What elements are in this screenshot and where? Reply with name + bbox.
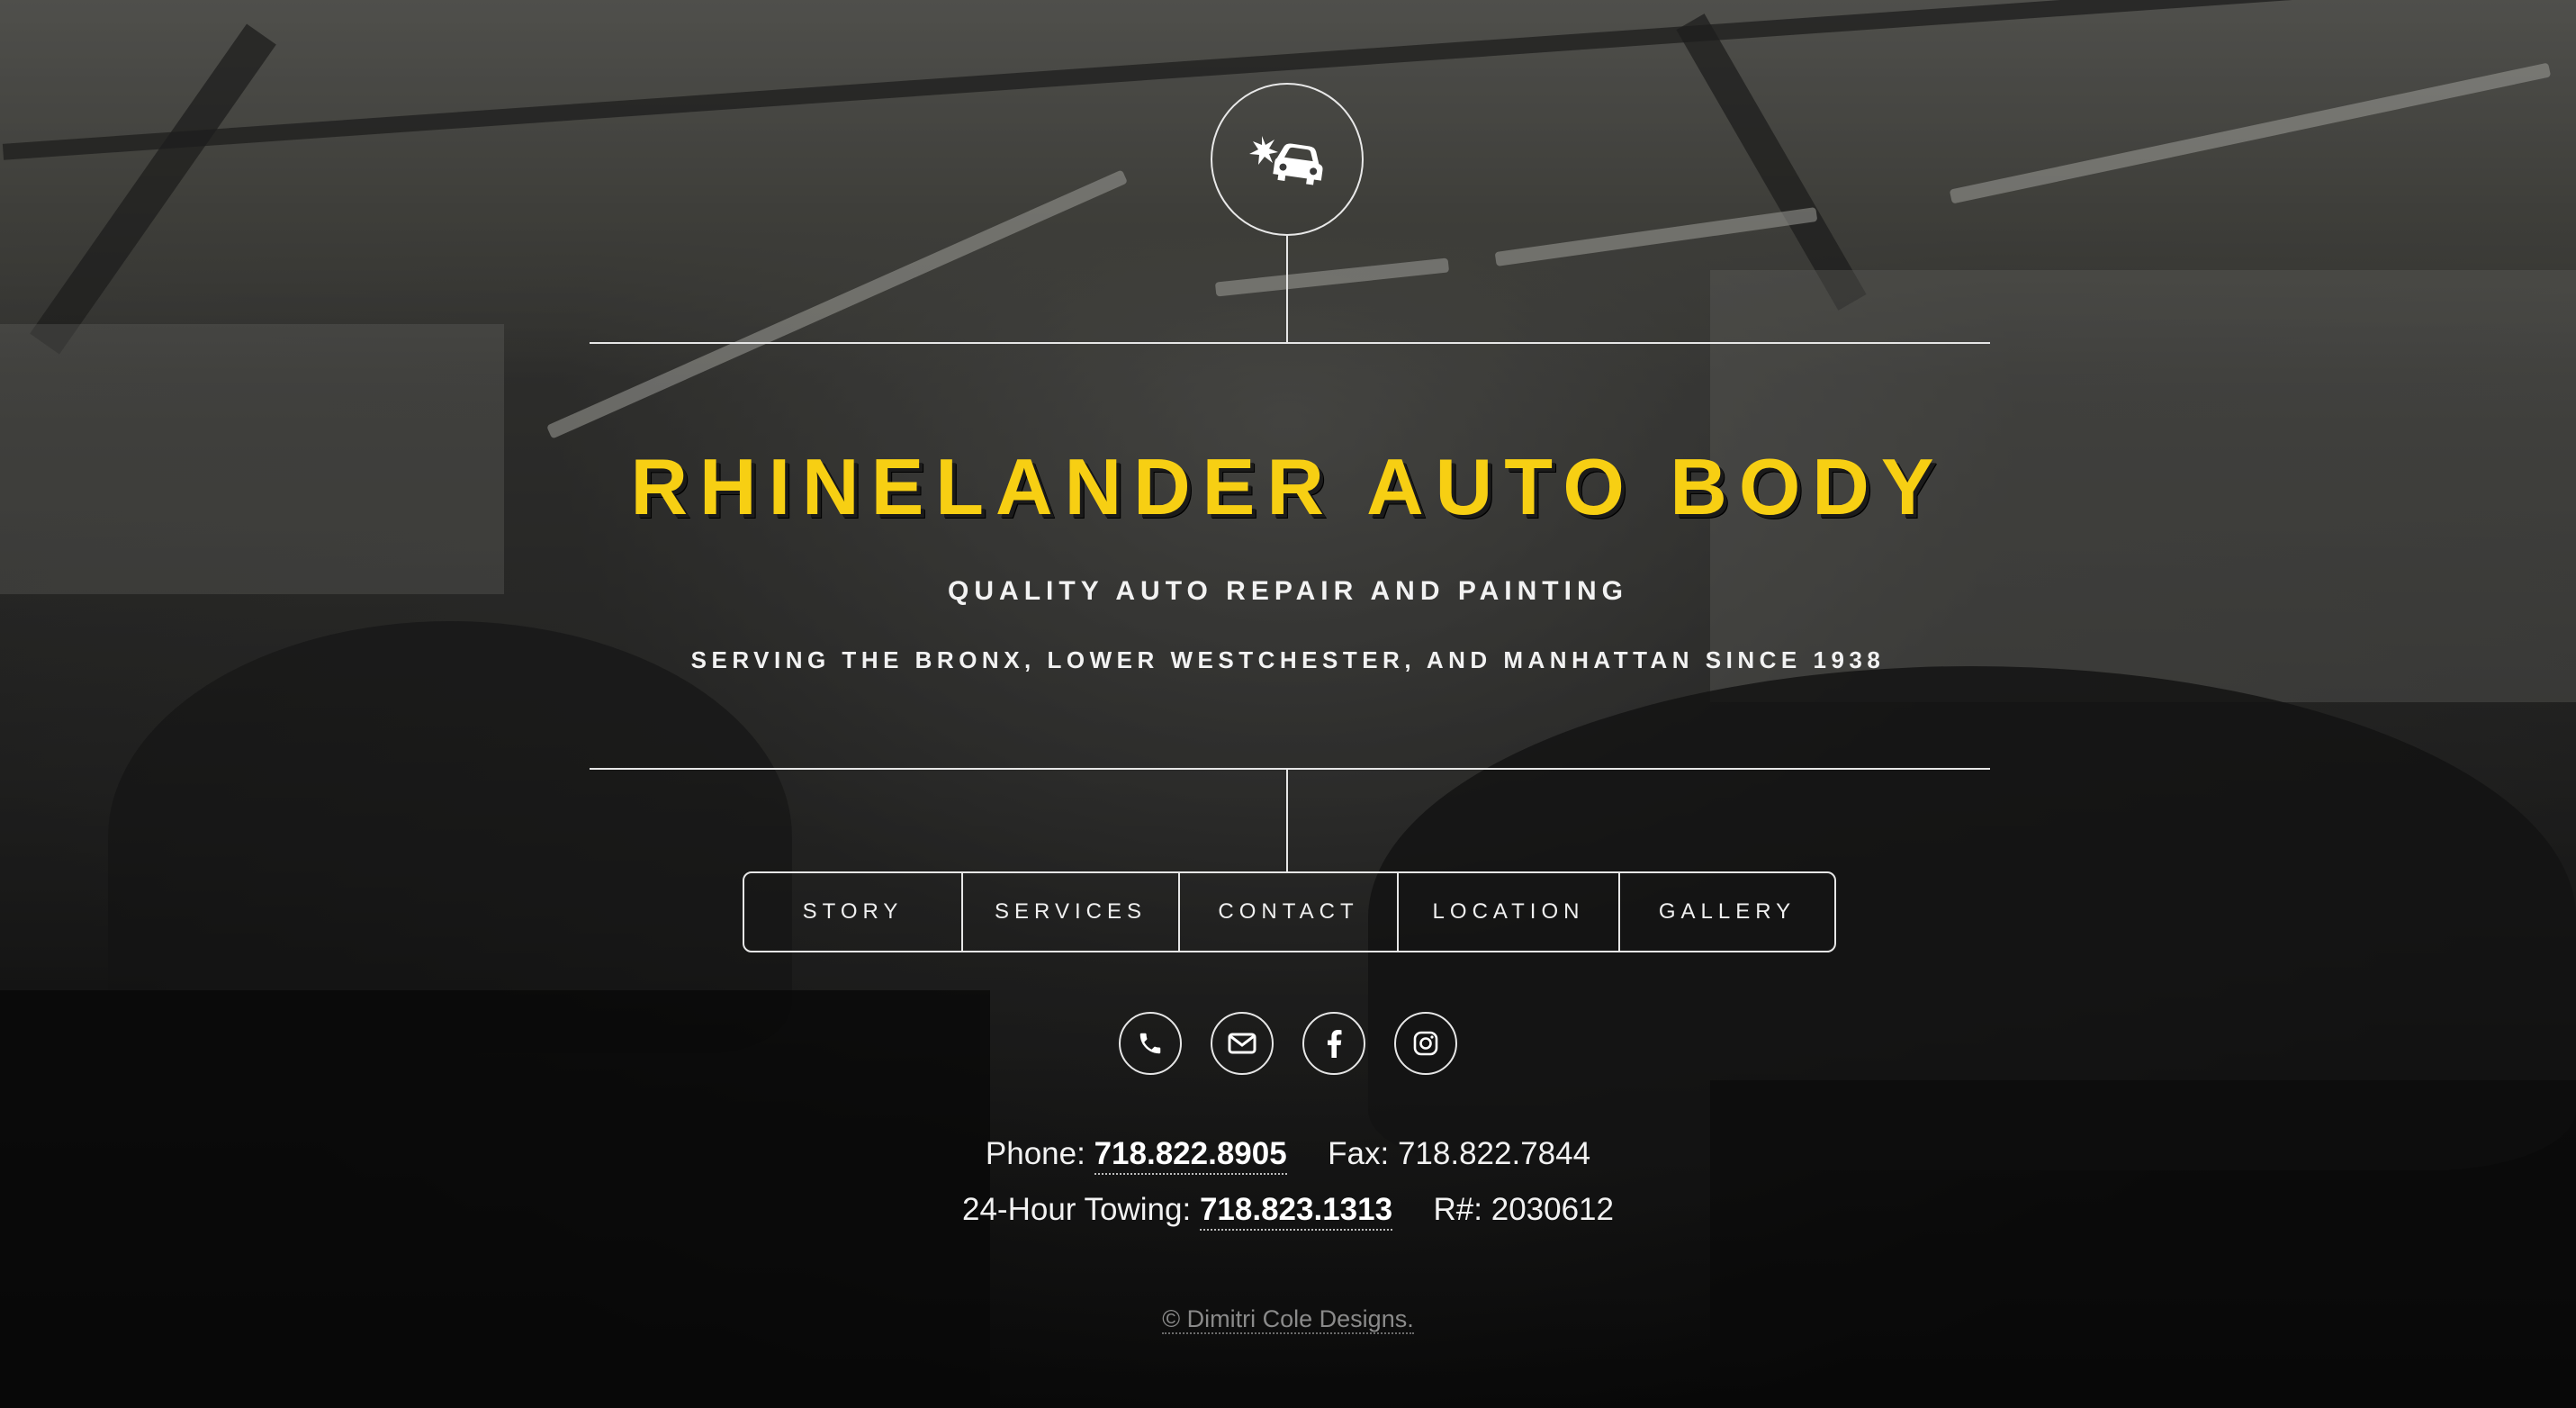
- nav-gallery[interactable]: GALLERY: [1620, 873, 1834, 951]
- contact-towing: 24-Hour Towing: 718.823.1313 R#: 2030612: [0, 1192, 2576, 1231]
- instagram-button[interactable]: [1394, 1012, 1457, 1075]
- phone-icon: [1139, 1033, 1161, 1054]
- nav-contact[interactable]: CONTACT: [1180, 873, 1399, 951]
- phone-label: Phone:: [985, 1136, 1085, 1171]
- fax-label: Fax:: [1328, 1136, 1390, 1171]
- facebook-button[interactable]: [1302, 1012, 1365, 1075]
- nav-location[interactable]: LOCATION: [1399, 873, 1620, 951]
- nav-story[interactable]: STORY: [744, 873, 963, 951]
- car-crash-icon: [1249, 136, 1323, 185]
- service-area: SERVING THE BRONX, LOWER WESTCHESTER, AN…: [690, 646, 1886, 673]
- phone-link[interactable]: 718.822.8905: [1094, 1136, 1287, 1175]
- hero-content: RHINELANDER AUTO BODY QUALITY AUTO REPAI…: [0, 0, 2576, 1408]
- towing-link[interactable]: 718.823.1313: [1199, 1192, 1393, 1231]
- nav-services[interactable]: SERVICES: [963, 873, 1180, 951]
- towing-label: 24-Hour Towing:: [962, 1192, 1192, 1227]
- connector-line: [1286, 236, 1288, 342]
- nav-connector-line: [1286, 768, 1288, 871]
- footer-credit: © Dimitri Cole Designs.: [0, 1305, 2576, 1334]
- top-divider: [590, 342, 1990, 344]
- reg-label: R#:: [1433, 1192, 1482, 1227]
- phone-button[interactable]: [1119, 1012, 1182, 1075]
- social-links: [0, 1012, 2576, 1075]
- reg-number: 2030612: [1491, 1192, 1614, 1227]
- instagram-icon: [1413, 1031, 1438, 1056]
- email-button[interactable]: [1211, 1012, 1274, 1075]
- site-title: RHINELANDER AUTO BODY: [630, 442, 1946, 531]
- contact-phone-fax: Phone: 718.822.8905 Fax: 718.822.7844: [0, 1136, 2576, 1175]
- facebook-icon: [1328, 1030, 1342, 1058]
- bottom-divider: [590, 768, 1990, 770]
- fax-number: 718.822.7844: [1397, 1136, 1591, 1171]
- main-nav: STORY SERVICES CONTACT LOCATION GALLERY: [743, 871, 1836, 952]
- logo-badge: [1211, 83, 1364, 236]
- credit-link[interactable]: © Dimitri Cole Designs.: [1162, 1305, 1414, 1334]
- site-tagline: QUALITY AUTO REPAIR AND PAINTING: [948, 576, 1628, 606]
- envelope-icon: [1228, 1033, 1256, 1054]
